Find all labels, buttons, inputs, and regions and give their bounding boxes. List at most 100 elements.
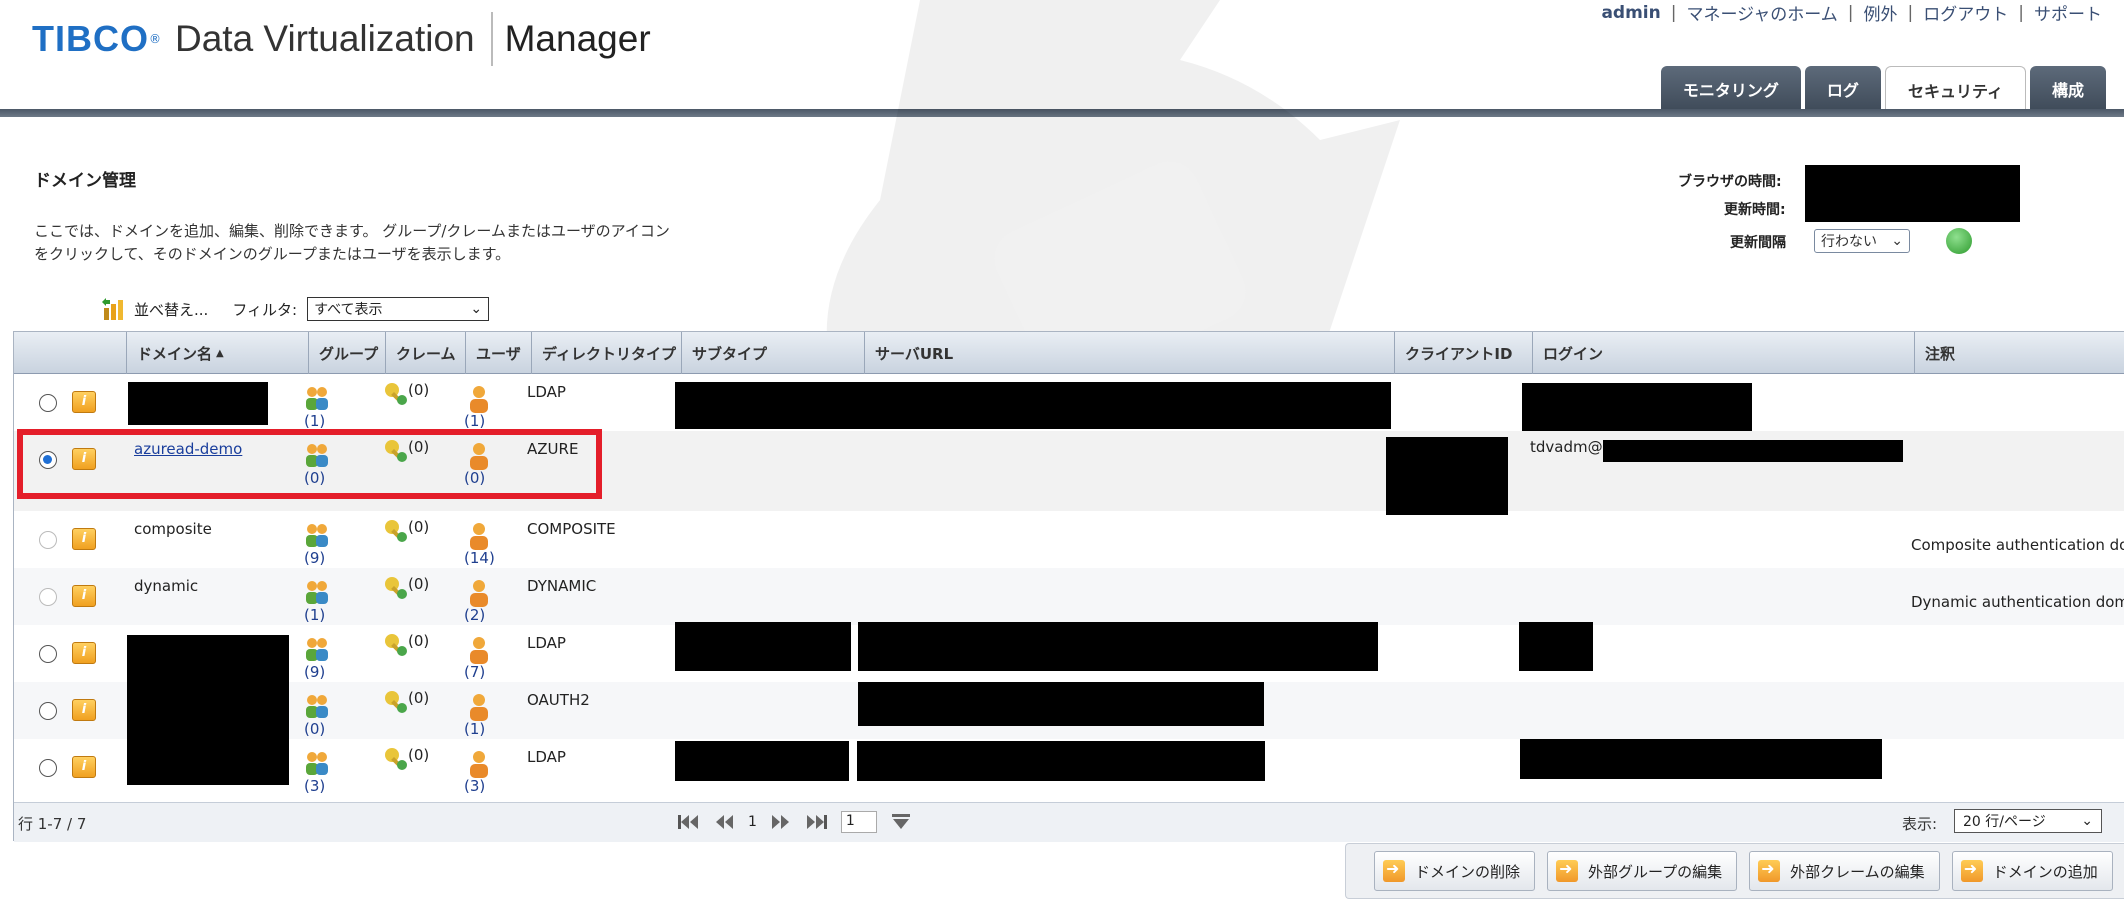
claim-key-icon[interactable]	[382, 517, 410, 545]
arrow-right-icon	[1960, 859, 1983, 882]
info-icon[interactable]: i	[72, 756, 96, 778]
domain-name: dynamic	[134, 577, 199, 595]
claim-key-icon[interactable]	[382, 380, 410, 408]
refresh-icon[interactable]	[1946, 228, 1972, 254]
logo-registered-mark: ®	[149, 32, 161, 46]
col-login[interactable]: ログイン	[1532, 332, 1914, 374]
user-icon[interactable]	[467, 749, 491, 779]
manager-home-link[interactable]: マネージャのホーム	[1686, 0, 1837, 25]
claim-key-icon[interactable]	[382, 574, 410, 602]
info-icon[interactable]: i	[72, 585, 96, 607]
group-icon[interactable]	[302, 692, 332, 722]
col-user[interactable]: ユーザ	[465, 332, 531, 374]
claim-count[interactable]: (0)	[408, 381, 429, 399]
tab-security[interactable]: セキュリティ	[1884, 66, 2026, 112]
row-radio[interactable]	[39, 588, 57, 606]
tab-log[interactable]: ログ	[1804, 66, 1881, 112]
sort-label[interactable]: 並べ替え...	[134, 299, 208, 320]
refresh-interval-value: 行わない	[1821, 234, 1877, 250]
user-count[interactable]: (1)	[464, 720, 485, 738]
row-radio[interactable]	[39, 531, 57, 549]
tab-monitoring[interactable]: モニタリング	[1660, 66, 1801, 112]
user-icon[interactable]	[467, 384, 491, 414]
group-icon[interactable]	[302, 384, 332, 414]
current-page: 1	[748, 814, 757, 830]
claim-key-icon[interactable]	[382, 745, 410, 773]
claim-count[interactable]: (0)	[408, 746, 429, 764]
group-count[interactable]: (9)	[304, 663, 325, 681]
info-icon[interactable]: i	[72, 642, 96, 664]
refresh-interval-select[interactable]: 行わない ⌄	[1814, 229, 1910, 253]
user-icon[interactable]	[467, 692, 491, 722]
col-server-url[interactable]: サーバURL	[864, 332, 1394, 374]
col-claim[interactable]: クレーム	[385, 332, 465, 374]
group-count[interactable]: (1)	[304, 412, 325, 430]
arrow-right-icon	[1556, 859, 1579, 882]
user-icon[interactable]	[467, 521, 491, 551]
go-to-page-icon[interactable]	[889, 812, 913, 832]
edit-external-groups-button[interactable]: 外部グループの編集	[1547, 851, 1738, 891]
claim-count[interactable]: (0)	[408, 632, 429, 650]
user-count[interactable]: (2)	[464, 606, 485, 624]
redacted-domain-names	[127, 635, 289, 785]
table-row: i composite (9) (0) (14) COMPOSITE Compo…	[14, 511, 2124, 568]
per-page-value: 20 行/ページ	[1963, 814, 2046, 830]
col-subtype[interactable]: サブタイプ	[681, 332, 864, 374]
table-footer: 行 1-7 / 7 1 1 表示: 20 行/ページ ⌄	[14, 802, 2124, 842]
filter-select[interactable]: すべて表示 ⌄	[307, 297, 490, 321]
group-count[interactable]: (0)	[304, 720, 325, 738]
group-icon[interactable]	[302, 635, 332, 665]
user-icon[interactable]	[467, 635, 491, 665]
first-page-icon[interactable]	[676, 812, 700, 832]
per-page-select[interactable]: 20 行/ページ ⌄	[1954, 809, 2102, 833]
user-count[interactable]: (14)	[464, 549, 495, 567]
redacted-subtype-url	[675, 382, 1391, 429]
domain-note: Composite authentication do	[1911, 536, 2124, 554]
group-count[interactable]: (9)	[304, 549, 325, 567]
claim-count[interactable]: (0)	[408, 575, 429, 593]
col-client-id[interactable]: クライアントID	[1394, 332, 1534, 374]
claim-key-icon[interactable]	[382, 631, 410, 659]
support-link[interactable]: サポート	[2034, 0, 2102, 25]
user-count[interactable]: (7)	[464, 663, 485, 681]
page-number-input[interactable]: 1	[840, 811, 877, 833]
table-row: i (1) (0) (1) LDAP	[14, 374, 2124, 435]
exceptions-link[interactable]: 例外	[1864, 0, 1898, 25]
col-domain-name[interactable]: ドメイン名 ▲	[126, 332, 308, 374]
info-icon[interactable]: i	[72, 528, 96, 550]
redacted-login	[1522, 383, 1752, 435]
info-icon[interactable]: i	[72, 699, 96, 721]
table-row: i (0) (0) (1) OAUTH2	[14, 682, 2124, 739]
claim-count[interactable]: (0)	[408, 689, 429, 707]
row-radio[interactable]	[39, 394, 57, 412]
redacted-login-domain	[1603, 440, 1903, 462]
col-notes[interactable]: 注釈	[1914, 332, 2124, 374]
info-icon[interactable]: i	[72, 391, 96, 413]
delete-domain-button[interactable]: ドメインの削除	[1374, 851, 1536, 891]
user-icon[interactable]	[467, 578, 491, 608]
next-page-icon[interactable]	[769, 812, 793, 832]
group-icon[interactable]	[302, 578, 332, 608]
last-page-icon[interactable]	[805, 812, 829, 832]
prev-page-icon[interactable]	[712, 812, 736, 832]
claim-count[interactable]: (0)	[408, 518, 429, 536]
row-radio[interactable]	[39, 759, 57, 777]
claim-key-icon[interactable]	[382, 688, 410, 716]
user-count[interactable]: (3)	[464, 777, 485, 795]
logo-product-name: Data Virtualization	[175, 18, 475, 59]
col-directory-type[interactable]: ディレクトリタイプ	[531, 332, 689, 374]
domain-note: Dynamic authentication dom	[1911, 593, 2124, 611]
group-icon[interactable]	[302, 521, 332, 551]
tab-configuration[interactable]: 構成	[2029, 66, 2106, 112]
group-count[interactable]: (1)	[304, 606, 325, 624]
add-domain-button[interactable]: ドメインの追加	[1951, 851, 2113, 891]
group-icon[interactable]	[302, 749, 332, 779]
row-radio[interactable]	[39, 645, 57, 663]
logout-link[interactable]: ログアウト	[1923, 0, 2008, 25]
sort-icon[interactable]	[100, 296, 128, 322]
row-radio[interactable]	[39, 702, 57, 720]
group-count[interactable]: (3)	[304, 777, 325, 795]
user-count[interactable]: (1)	[464, 412, 485, 430]
edit-external-claims-button[interactable]: 外部クレームの編集	[1749, 851, 1940, 891]
col-group[interactable]: グループ	[308, 332, 385, 374]
